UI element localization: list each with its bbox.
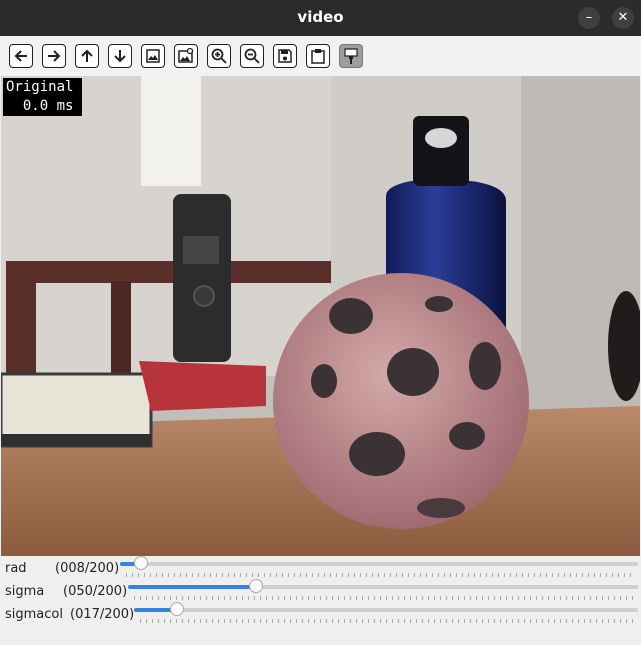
app-window: video – ✕ Original 0.0 ms rad (008/200) … [0, 0, 641, 645]
save-icon [278, 49, 292, 63]
paint-brush-icon [344, 48, 358, 64]
pan-up-button[interactable] [75, 44, 99, 68]
sigma-slider[interactable] [128, 579, 638, 593]
title-bar[interactable]: video – ✕ [0, 0, 641, 36]
zoom-in-button[interactable] [207, 44, 231, 68]
image-search-icon [178, 47, 194, 63]
save-button[interactable] [273, 44, 297, 68]
sigmacol-ticks [140, 619, 636, 623]
sigmacol-slider-thumb[interactable] [169, 602, 184, 616]
rad-slider-thumb[interactable] [133, 556, 148, 570]
trackbar-label-sigma: sigma (050/200) [5, 584, 128, 599]
toolbar [0, 36, 641, 76]
rad-ticks [126, 573, 636, 577]
zoom-original-button[interactable] [174, 44, 198, 68]
sigmacol-slider[interactable] [134, 602, 638, 616]
clipboard-icon [311, 49, 325, 64]
zoom-fit-button[interactable] [141, 44, 165, 68]
close-icon: ✕ [617, 10, 629, 25]
properties-button[interactable] [339, 44, 363, 68]
trackbar-panel: rad (008/200) sigma (050/200) sigmacol (017… [0, 556, 641, 645]
arrow-left-icon [14, 50, 27, 62]
minimize-button[interactable]: – [578, 7, 600, 29]
trackbar-sigma: sigma (050/200) [0, 579, 641, 604]
arrow-up-icon [81, 49, 93, 62]
video-frame[interactable] [1, 76, 640, 556]
pan-down-button[interactable] [108, 44, 132, 68]
arrow-down-icon [114, 50, 126, 63]
rad-slider[interactable] [120, 556, 638, 570]
sigma-slider-thumb[interactable] [248, 579, 263, 593]
window-title: video [297, 8, 344, 26]
trackbar-rad: rad (008/200) [0, 556, 641, 581]
image-icon [146, 49, 160, 63]
trackbar-sigmacol: sigmacol (017/200) [0, 602, 641, 627]
zoom-out-button[interactable] [240, 44, 264, 68]
trackbar-label-rad: rad (008/200) [5, 561, 120, 576]
video-frame-image [1, 76, 640, 556]
zoom-out-icon [244, 48, 260, 64]
pan-left-button[interactable] [9, 44, 33, 68]
info-overlay: Original 0.0 ms [3, 78, 82, 116]
copy-button[interactable] [306, 44, 330, 68]
trackbar-label-sigmacol: sigmacol (017/200) [5, 607, 135, 622]
overlay-time-text: 0.0 ms [6, 98, 74, 114]
pan-right-button[interactable] [42, 44, 66, 68]
overlay-mode-text: Original [6, 79, 74, 95]
zoom-in-icon [211, 48, 227, 64]
close-button[interactable]: ✕ [612, 7, 634, 29]
minimize-icon: – [585, 10, 593, 25]
sigma-ticks [134, 596, 636, 600]
arrow-right-icon [48, 50, 61, 62]
